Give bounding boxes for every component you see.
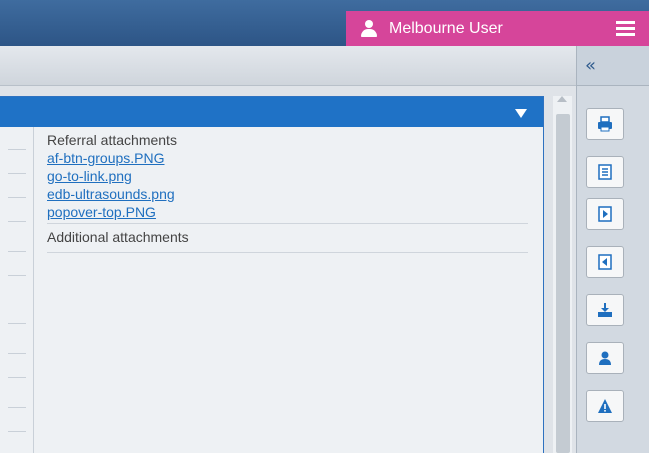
attachment-link[interactable]: popover-top.PNG xyxy=(47,203,529,221)
divider xyxy=(47,252,528,253)
user-icon xyxy=(361,19,377,38)
top-bar: Melbourne User xyxy=(0,0,649,46)
attachment-link[interactable]: go-to-link.png xyxy=(47,167,529,185)
attachment-link[interactable]: edb-ultrasounds.png xyxy=(47,185,529,203)
double-chevron-left-icon: « xyxy=(585,55,597,76)
referral-attachments-heading: Referral attachments xyxy=(47,132,177,148)
person-icon xyxy=(599,351,611,365)
user-name: Melbourne User xyxy=(389,19,503,37)
download-button[interactable] xyxy=(586,294,624,326)
scroll-up-arrow-icon[interactable] xyxy=(557,96,567,102)
sub-toolbar xyxy=(0,46,576,86)
person-button[interactable] xyxy=(586,342,624,374)
document-button[interactable] xyxy=(586,156,624,188)
document-icon xyxy=(598,164,612,180)
download-tray-icon xyxy=(598,303,612,317)
user-menu[interactable]: Melbourne User xyxy=(346,11,594,46)
arrow-left-box-icon xyxy=(598,254,612,270)
dropdown-caret-icon[interactable] xyxy=(515,109,527,118)
attachments-panel: Referral attachments af-btn-groups.PNG g… xyxy=(0,96,544,453)
arrow-right-box-icon xyxy=(598,206,612,222)
menu-area xyxy=(594,11,649,46)
attachments-content: Referral attachments af-btn-groups.PNG g… xyxy=(47,131,529,253)
left-column xyxy=(0,127,34,453)
vertical-scrollbar[interactable] xyxy=(553,96,572,453)
additional-attachments-heading: Additional attachments xyxy=(47,229,189,245)
print-icon xyxy=(598,116,612,132)
scrollbar-thumb[interactable] xyxy=(556,114,570,453)
next-button[interactable] xyxy=(586,198,624,230)
right-toolbar xyxy=(576,86,649,453)
panel-header xyxy=(0,97,543,127)
previous-button[interactable] xyxy=(586,246,624,278)
hamburger-menu-icon[interactable] xyxy=(616,21,635,36)
collapse-sidebar-button[interactable]: « xyxy=(576,46,649,86)
print-button[interactable] xyxy=(586,108,624,140)
warning-icon xyxy=(598,399,612,413)
divider xyxy=(47,223,528,224)
attachment-link[interactable]: af-btn-groups.PNG xyxy=(47,149,529,167)
warning-button[interactable] xyxy=(586,390,624,422)
